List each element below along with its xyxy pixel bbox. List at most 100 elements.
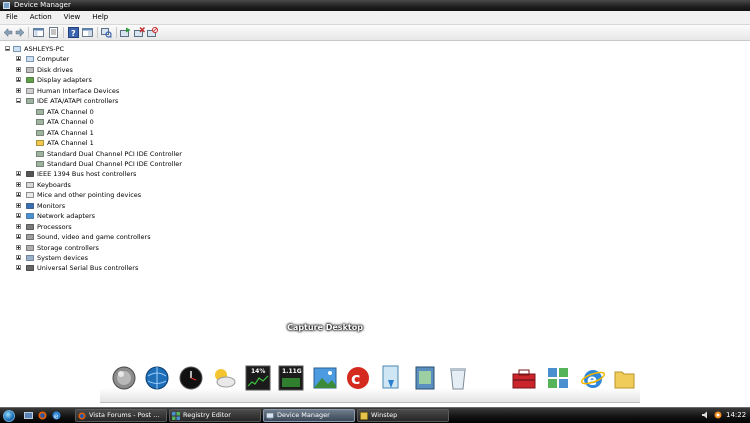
ide-controller-icon	[36, 119, 44, 125]
expand-icon[interactable]	[16, 255, 21, 260]
menu-file[interactable]: File	[0, 11, 24, 24]
expand-icon[interactable]	[16, 234, 21, 240]
tree-item-computer[interactable]: Computer	[0, 54, 740, 64]
collapse-icon[interactable]	[16, 98, 21, 104]
taskbar-button-vista-forums[interactable]: Vista Forums - Post ...	[75, 409, 167, 422]
tree-item-storage-controllers[interactable]: Storage controllers	[0, 243, 740, 253]
tray-app-icon[interactable]	[714, 411, 722, 419]
dock-sphere-icon[interactable]	[111, 364, 137, 392]
tree-item-processors[interactable]: Processors	[0, 222, 740, 232]
tree-item-ata-channel-0-b[interactable]: ATA Channel 0	[0, 117, 740, 127]
sound-icon	[26, 234, 34, 240]
update-driver-icon[interactable]	[120, 27, 131, 38]
dock-photo-icon[interactable]	[312, 364, 338, 392]
expand-icon[interactable]	[16, 77, 21, 83]
collapse-icon[interactable]	[5, 46, 10, 51]
ide-controller-icon	[36, 108, 44, 115]
processor-icon	[26, 223, 34, 230]
tree-item-label: Standard Dual Channel PCI IDE Controller	[47, 159, 182, 168]
dock-globe-icon[interactable]	[144, 364, 170, 392]
dock-cpu-meter-icon[interactable]: 14%	[245, 364, 271, 392]
tree-item-label: ATA Channel 0	[47, 107, 94, 116]
tree-item-keyboards[interactable]: Keyboards	[0, 180, 740, 190]
dock-weather-icon[interactable]	[211, 364, 237, 392]
menu-view[interactable]: View	[58, 11, 87, 24]
expand-icon[interactable]	[16, 192, 21, 198]
scan-hardware-changes-icon[interactable]	[101, 27, 112, 38]
tree-item-label: Monitors	[37, 201, 66, 210]
expand-icon[interactable]	[16, 181, 21, 187]
menu-action[interactable]: Action	[24, 11, 58, 24]
svg-text:c: c	[351, 369, 360, 388]
dock-caption: Capture Desktop	[287, 323, 363, 332]
network-adapter-icon	[26, 213, 34, 220]
tree-item-network-adapters[interactable]: Network adapters	[0, 211, 740, 221]
tree-item-pci-ide-controller-b[interactable]: Standard Dual Channel PCI IDE Controller	[0, 159, 740, 169]
expand-icon[interactable]	[16, 87, 21, 93]
dock-folder-icon[interactable]	[612, 364, 638, 392]
tree-item-ide-ata-atapi-controllers[interactable]: IDE ATA/ATAPI controllers	[0, 96, 740, 106]
tree-item-monitors[interactable]: Monitors	[0, 201, 740, 211]
ide-controller-icon	[36, 129, 44, 136]
expand-icon[interactable]	[16, 213, 21, 219]
dock-registry-icon[interactable]	[545, 364, 571, 392]
firefox-icon[interactable]	[38, 411, 47, 420]
forward-arrow-icon[interactable]	[15, 28, 25, 37]
tree-root[interactable]: ASHLEYS-PC	[0, 44, 740, 54]
expand-icon[interactable]	[16, 66, 21, 72]
monitor-icon	[26, 202, 34, 209]
dock-clock-icon[interactable]	[178, 364, 204, 392]
tree-item-sound-video-game[interactable]: Sound, video and game controllers	[0, 232, 740, 242]
tree-item-ata-channel-0-a[interactable]: ATA Channel 0	[0, 107, 740, 117]
firewire-icon	[26, 171, 34, 178]
tree-item-label: Human Interface Devices	[37, 86, 120, 95]
expand-icon[interactable]	[16, 56, 21, 62]
tree-item-ieee-1394[interactable]: IEEE 1394 Bus host controllers	[0, 169, 740, 179]
taskbar-button-registry-editor[interactable]: Registry Editor	[169, 409, 261, 422]
back-arrow-icon[interactable]	[3, 28, 13, 37]
dock-document-icon[interactable]	[378, 364, 404, 392]
expand-icon[interactable]	[16, 265, 21, 271]
menu-bar: File Action View Help	[0, 11, 750, 25]
tree-item-disk-drives[interactable]: Disk drives	[0, 65, 740, 75]
tree-item-system-devices[interactable]: System devices	[0, 253, 740, 263]
uninstall-device-icon[interactable]	[134, 27, 145, 38]
expand-icon[interactable]	[16, 223, 21, 229]
dock-ccleaner-icon[interactable]: c	[345, 364, 371, 392]
taskbar-button-device-manager[interactable]: Device Manager	[263, 409, 355, 422]
menu-help[interactable]: Help	[86, 11, 114, 24]
expand-icon[interactable]	[16, 244, 21, 250]
tree-item-display-adapters[interactable]: Display adapters	[0, 75, 740, 85]
expand-icon[interactable]	[16, 202, 21, 208]
help-icon[interactable]: ?	[68, 27, 79, 38]
expand-icon[interactable]	[16, 171, 21, 177]
start-button[interactable]	[3, 410, 15, 422]
tree-item-label: ATA Channel 1	[47, 128, 94, 137]
dock-image-viewer-icon[interactable]	[412, 364, 438, 392]
tree-item-pci-ide-controller-a[interactable]: Standard Dual Channel PCI IDE Controller	[0, 149, 740, 159]
tree-item-label: Computer	[37, 55, 70, 64]
disk-drive-icon	[26, 67, 34, 73]
keyboard-icon	[26, 181, 34, 188]
properties-list-icon[interactable]	[48, 27, 59, 38]
show-hide-console-tree-icon[interactable]	[33, 27, 44, 38]
show-desktop-icon[interactable]	[24, 411, 33, 420]
tree-item-mice[interactable]: Mice and other pointing devices	[0, 190, 740, 200]
volume-icon[interactable]	[702, 411, 710, 419]
dock-toolbox-icon[interactable]	[511, 364, 537, 392]
tree-item-usb-controllers[interactable]: Universal Serial Bus controllers	[0, 263, 740, 273]
dock-internet-explorer-icon[interactable]: e	[580, 364, 606, 392]
tree-item-human-interface-devices[interactable]: Human Interface Devices	[0, 86, 740, 96]
tree-item-label: Storage controllers	[37, 243, 99, 252]
tree-item-ata-channel-1-a[interactable]: ATA Channel 1	[0, 128, 740, 138]
taskbar-button-winstep[interactable]: Winstep	[357, 409, 449, 422]
dock-memory-meter-icon[interactable]: 1.11G	[278, 364, 304, 392]
tree-item-label: System devices	[37, 254, 89, 262]
tree-item-ata-channel-1-b[interactable]: ATA Channel 1	[0, 138, 740, 148]
dock-recycle-bin-icon[interactable]	[445, 364, 471, 392]
taskbar-button-label: Registry Editor	[183, 411, 231, 419]
internet-explorer-quicklaunch-icon[interactable]: e	[52, 411, 61, 420]
device-manager-app-icon	[3, 2, 10, 9]
disable-device-icon[interactable]	[147, 27, 158, 38]
console-window-icon[interactable]	[82, 27, 93, 38]
